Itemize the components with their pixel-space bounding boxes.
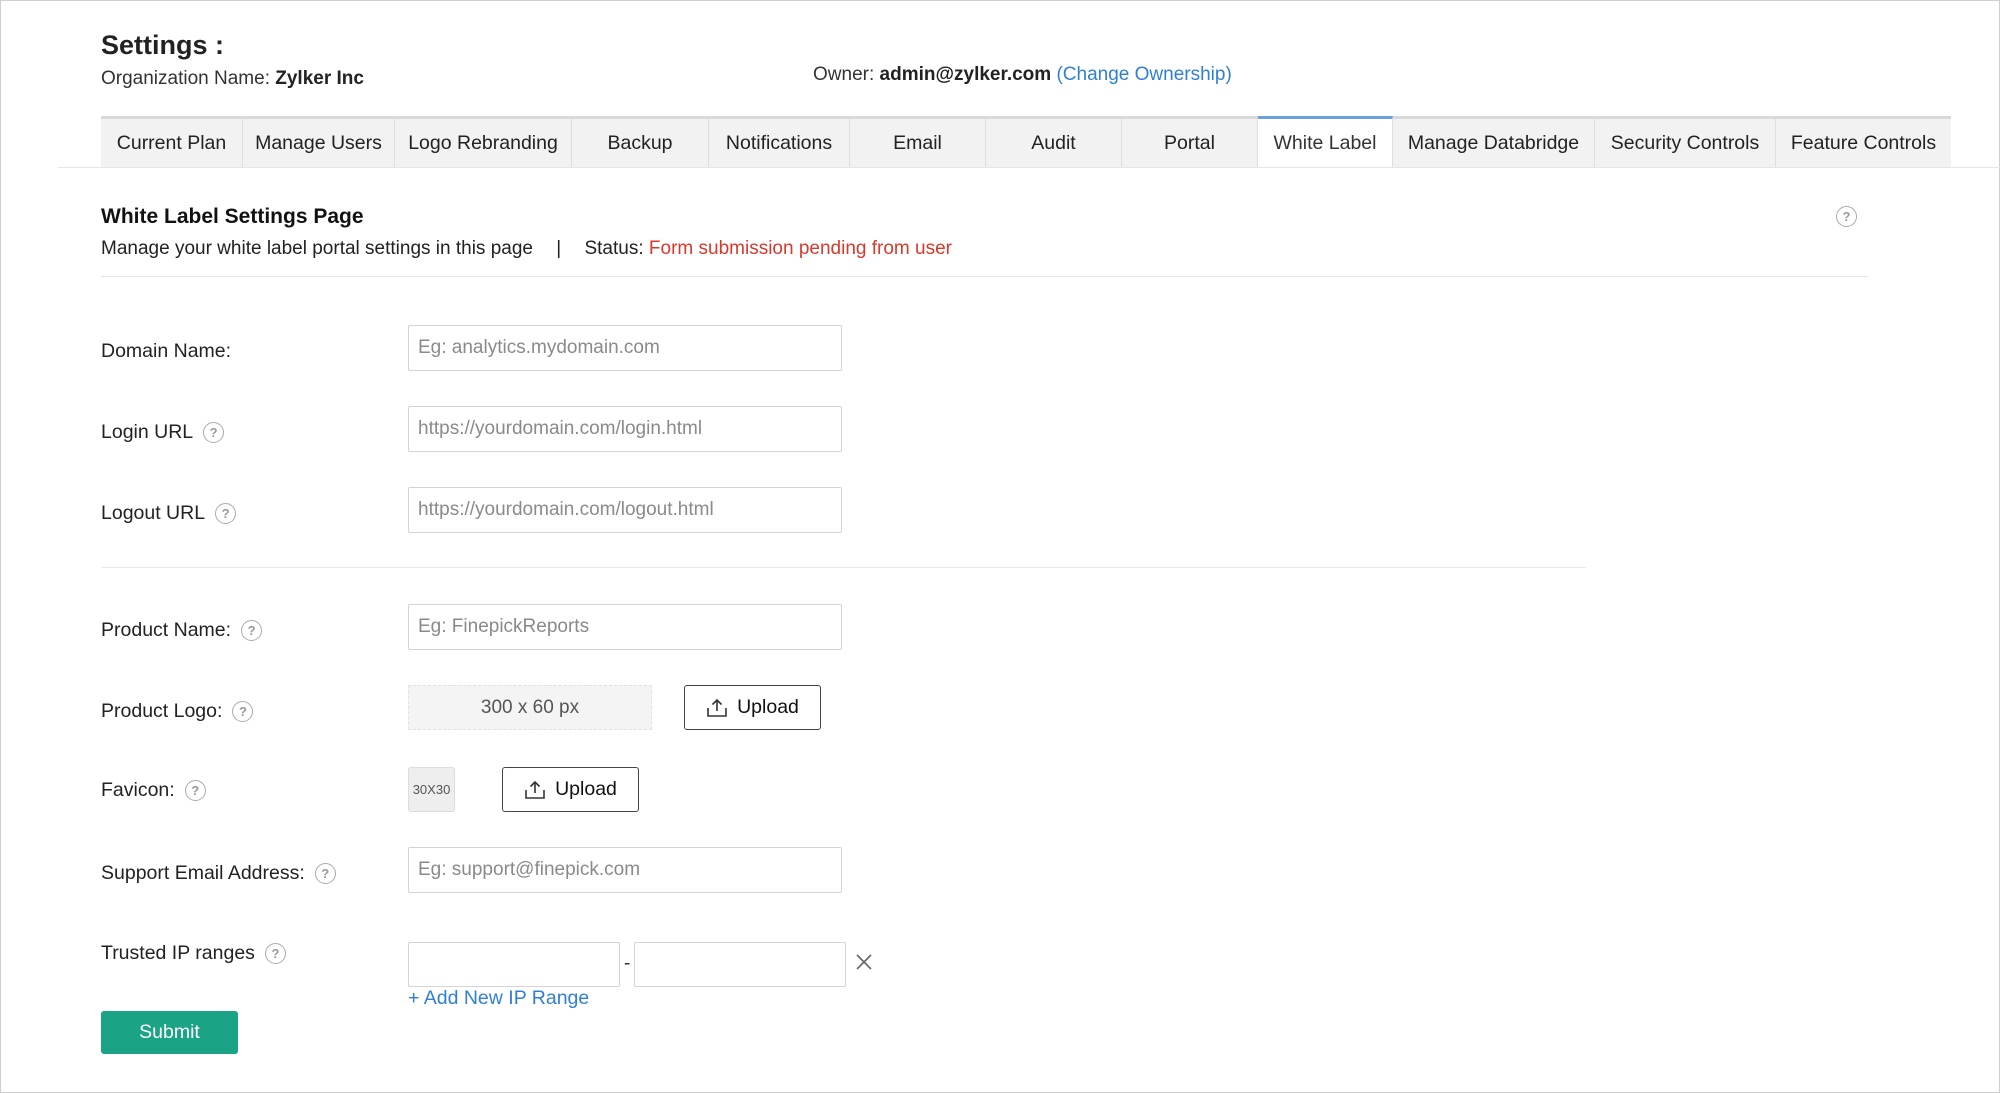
owner-info: Owner: admin@zylker.com (Change Ownershi… (813, 64, 1232, 86)
submit-button[interactable]: Submit (101, 1011, 238, 1054)
help-circle-icon[interactable]: ? (232, 701, 254, 722)
trusted-ip-label: Trusted IP ranges ? (101, 942, 286, 965)
domain-name-label: Domain Name: (101, 340, 231, 363)
section-divider (101, 276, 1868, 277)
help-circle-icon[interactable]: ? (314, 863, 336, 884)
page-title: Settings : (101, 30, 225, 60)
section-title: White Label Settings Page (101, 205, 364, 228)
domain-name-label-text: Domain Name: (101, 340, 232, 362)
favicon-label: Favicon: ? (101, 779, 206, 802)
add-ip-range-link[interactable]: + Add New IP Range (408, 987, 589, 1010)
settings-header: Settings : Organization Name: Zylker Inc… (101, 30, 1951, 89)
owner-label: Owner: (813, 64, 875, 85)
ip-range-end-input[interactable] (634, 942, 846, 987)
tab-email[interactable]: Email (850, 119, 986, 168)
logout-url-label: Logout URL ? (101, 502, 237, 525)
logout-url-input[interactable] (408, 487, 842, 533)
tab-security-controls[interactable]: Security Controls (1595, 119, 1776, 168)
upload-label: Upload (737, 696, 799, 718)
support-email-label: Support Email Address: ? (101, 862, 336, 885)
organization-info: Organization Name: Zylker Inc (101, 68, 364, 90)
ip-range-dash: - (624, 953, 631, 974)
tab-manage-databridge[interactable]: Manage Databridge (1393, 119, 1595, 168)
tab-notifications[interactable]: Notifications (709, 119, 850, 168)
support-email-label-text: Support Email Address: (101, 862, 305, 884)
product-name-label: Product Name: ? (101, 619, 263, 642)
support-email-input[interactable] (408, 847, 842, 893)
logout-url-label-text: Logout URL (101, 502, 206, 524)
help-circle-icon[interactable]: ? (203, 422, 225, 443)
owner-email: admin@zylker.com (879, 64, 1052, 85)
section-description: Manage your white label portal settings … (101, 238, 533, 259)
help-circle-icon[interactable]: ? (184, 780, 206, 801)
help-circle-icon[interactable]: ? (241, 620, 263, 641)
ip-range-start-input[interactable] (408, 942, 620, 987)
product-logo-label: Product Logo: ? (101, 700, 254, 723)
product-logo-label-text: Product Logo: (101, 700, 223, 722)
close-icon[interactable] (855, 953, 873, 971)
favicon-upload-button[interactable]: Upload (502, 767, 639, 812)
org-name: Zylker Inc (275, 68, 364, 89)
upload-label: Upload (555, 778, 617, 800)
help-circle-icon[interactable]: ? (1836, 206, 1857, 227)
login-url-input[interactable] (408, 406, 842, 452)
tab-portal[interactable]: Portal (1122, 119, 1258, 168)
favicon-preview: 30X30 (408, 767, 455, 812)
form-divider (101, 567, 1586, 568)
help-circle-icon[interactable]: ? (264, 943, 286, 964)
org-label: Organization Name: (101, 68, 270, 89)
tab-current-plan[interactable]: Current Plan (101, 119, 243, 168)
section-subtitle: Manage your white label portal settings … (101, 238, 952, 260)
settings-tabs: Current Plan Manage Users Logo Rebrandin… (101, 116, 1951, 168)
help-circle-icon[interactable]: ? (215, 503, 237, 524)
trusted-ip-label-text: Trusted IP ranges (101, 942, 255, 964)
change-ownership-link[interactable]: (Change Ownership) (1056, 64, 1231, 85)
tabs-bottom-line (58, 167, 2000, 168)
tab-audit[interactable]: Audit (986, 119, 1122, 168)
tab-backup[interactable]: Backup (572, 119, 709, 168)
upload-icon (707, 698, 727, 717)
tab-feature-controls[interactable]: Feature Controls (1776, 119, 1951, 168)
favicon-label-text: Favicon: (101, 779, 175, 801)
tab-logo-rebranding[interactable]: Logo Rebranding (395, 119, 572, 168)
product-name-input[interactable] (408, 604, 842, 650)
login-url-label-text: Login URL (101, 421, 194, 443)
tab-manage-users[interactable]: Manage Users (243, 119, 395, 168)
login-url-label: Login URL ? (101, 421, 225, 444)
status-label: Status: (584, 238, 644, 259)
separator: | (556, 238, 562, 259)
tab-white-label[interactable]: White Label (1258, 116, 1393, 168)
product-name-label-text: Product Name: (101, 619, 232, 641)
product-logo-preview: 300 x 60 px (408, 685, 652, 730)
upload-icon (525, 780, 545, 799)
domain-name-input[interactable] (408, 325, 842, 371)
product-logo-upload-button[interactable]: Upload (684, 685, 821, 730)
status-value: Form submission pending from user (648, 238, 952, 259)
